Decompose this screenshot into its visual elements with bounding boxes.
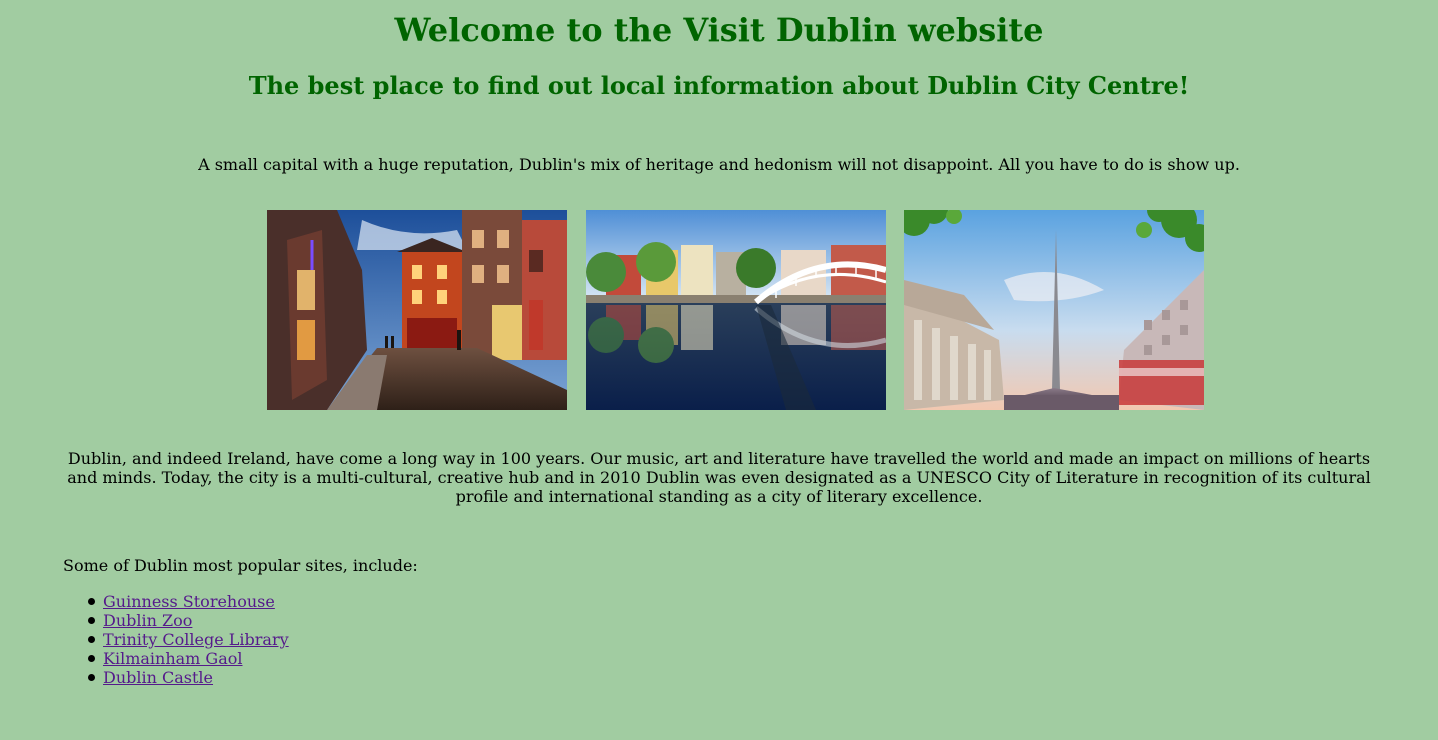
bullet-icon	[88, 674, 95, 681]
bullet-icon	[88, 636, 95, 643]
bullet-icon	[88, 598, 95, 605]
intro-paragraph: A small capital with a huge reputation, …	[198, 155, 1240, 174]
list-item: Trinity College Library	[63, 630, 289, 649]
link-kilmainham-gaol[interactable]: Kilmainham Gaol	[103, 649, 243, 668]
page: Welcome to the Visit Dublin website The …	[0, 0, 1438, 740]
link-trinity-college-library[interactable]: Trinity College Library	[103, 630, 289, 649]
list-item: Dublin Zoo	[63, 611, 289, 630]
bullet-icon	[88, 617, 95, 624]
link-dublin-zoo[interactable]: Dublin Zoo	[103, 611, 192, 630]
page-title: Welcome to the Visit Dublin website	[394, 11, 1044, 49]
description-paragraph: Dublin, and indeed Ireland, have come a …	[67, 449, 1371, 506]
bullet-icon	[88, 655, 95, 662]
list-item: Guinness Storehouse	[63, 592, 289, 611]
list-item: Kilmainham Gaol	[63, 649, 289, 668]
hapenny-bridge-photo	[586, 210, 886, 410]
sites-intro: Some of Dublin most popular sites, inclu…	[63, 556, 418, 575]
temple-bar-photo	[267, 210, 567, 410]
photo-gallery	[267, 210, 1204, 410]
popular-sites-list: Guinness Storehouse Dublin Zoo Trinity C…	[63, 592, 289, 687]
spire-photo	[904, 210, 1204, 410]
list-item: Dublin Castle	[63, 668, 289, 687]
link-dublin-castle[interactable]: Dublin Castle	[103, 668, 213, 687]
page-subtitle: The best place to find out local informa…	[248, 71, 1190, 100]
link-guinness-storehouse[interactable]: Guinness Storehouse	[103, 592, 275, 611]
